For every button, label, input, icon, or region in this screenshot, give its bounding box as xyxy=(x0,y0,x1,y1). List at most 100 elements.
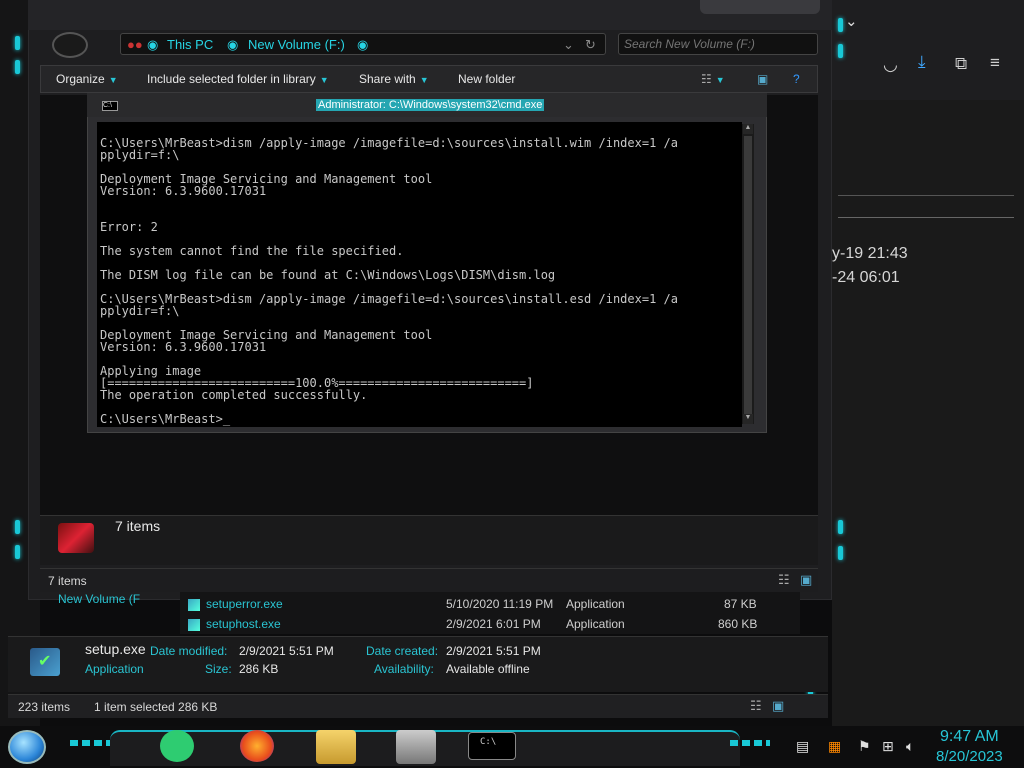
date-modified-value: 2/9/2021 5:51 PM xyxy=(239,644,334,658)
organize-label: Organize xyxy=(56,72,105,86)
cmd-scrollbar[interactable]: ▲ ▼ xyxy=(742,124,754,424)
start-button[interactable] xyxy=(8,730,46,764)
availability-value: Available offline xyxy=(446,662,530,676)
neon-accent xyxy=(15,520,20,534)
file-row[interactable]: setuphost.exe xyxy=(188,617,281,631)
neon-accent xyxy=(70,740,110,746)
menu-icon[interactable]: ≡ xyxy=(990,53,1000,73)
file-size: 87 KB xyxy=(724,597,757,611)
breadcrumb-new-volume[interactable]: New Volume (F:) xyxy=(248,37,345,52)
date-created-value: 2/9/2021 5:51 PM xyxy=(446,644,541,658)
view-options-icon[interactable]: ☷ ▼ xyxy=(701,72,725,86)
file-name: setuphost.exe xyxy=(206,617,281,631)
file-date: 2/9/2021 6:01 PM xyxy=(446,617,541,631)
exe-icon xyxy=(188,598,200,611)
chevron-down-icon: ▼ xyxy=(108,75,118,85)
details-view-icon[interactable]: ☷ xyxy=(750,698,762,714)
total-items: 223 items xyxy=(18,700,71,714)
file-size: 860 KB xyxy=(718,617,758,631)
history-dropdown-icon[interactable]: ⌄ xyxy=(563,37,574,53)
size-label: Size: xyxy=(205,662,232,676)
background-window-toolbar xyxy=(832,0,1024,100)
scrollbar-thumb[interactable] xyxy=(744,136,752,416)
download-icon[interactable]: ⤓ xyxy=(918,52,926,72)
selection-thumbnail xyxy=(58,523,94,553)
date-modified-label: Date modified: xyxy=(150,644,228,658)
selected-file-name: setup.exe xyxy=(85,641,146,657)
clock-date[interactable]: 8/20/2023 xyxy=(936,748,1003,765)
breadcrumb-separator-icon: ◉ xyxy=(147,37,159,52)
divider xyxy=(838,217,1014,218)
search-input[interactable] xyxy=(619,34,799,54)
chevron-down-icon: ▼ xyxy=(419,75,429,85)
tray-app-icon[interactable]: ▦ xyxy=(828,738,841,755)
app-installer-icon[interactable] xyxy=(396,730,436,764)
address-bar[interactable]: ●● ◉ This PC ◉ New Volume (F:) ◉ ⌄ ↻ xyxy=(120,33,606,55)
details-view-icon[interactable]: ☷ xyxy=(778,572,790,588)
status-item-count: 7 items xyxy=(48,574,87,588)
explorer-statusbar: 7 items ☷ ▣ xyxy=(40,568,818,592)
large-icons-view-icon[interactable]: ▣ xyxy=(800,572,812,588)
neon-accent xyxy=(15,36,20,50)
neon-accent xyxy=(15,545,20,559)
location-icon: ●● xyxy=(127,37,143,52)
cmd-title: Administrator: C:\Windows\system32\cmd.e… xyxy=(316,99,545,111)
right-date-2: -24 06:01 xyxy=(832,269,900,286)
background-window-panel xyxy=(832,100,1024,726)
chevron-down-icon[interactable]: ⌄ xyxy=(845,12,858,30)
cmd-icon: C:\ xyxy=(102,101,118,111)
details-item-count: 7 items xyxy=(115,518,161,534)
help-icon[interactable]: ? xyxy=(793,72,800,86)
search-box[interactable] xyxy=(618,33,818,55)
organize-menu[interactable]: Organize ▼ xyxy=(56,72,118,86)
breadcrumb-separator-icon: ◉ xyxy=(227,37,239,52)
neon-accent xyxy=(838,44,843,58)
scroll-up-icon[interactable]: ▲ xyxy=(743,124,753,134)
large-icons-view-icon[interactable]: ▣ xyxy=(772,698,784,714)
background-statusbar: 223 items 1 item selected 286 KB ☷ ▣ xyxy=(8,694,828,718)
file-date: 5/10/2020 11:19 PM xyxy=(446,597,554,611)
spotify-like-app-icon[interactable] xyxy=(160,730,194,762)
setup-file-icon xyxy=(30,648,60,676)
clock-time[interactable]: 9:47 AM xyxy=(940,728,999,746)
explorer-toolbar: Organize ▼ Include selected folder in lib… xyxy=(40,65,818,93)
window-controls[interactable] xyxy=(700,0,820,14)
breadcrumb-this-pc[interactable]: This PC xyxy=(167,37,213,52)
file-name: setuperror.exe xyxy=(206,597,283,611)
scroll-down-icon[interactable]: ▼ xyxy=(743,414,753,424)
chevron-down-icon: ▼ xyxy=(319,75,329,85)
divider xyxy=(838,195,1014,196)
selected-file-type: Application xyxy=(85,662,144,676)
preview-pane-icon[interactable]: ▣ xyxy=(757,72,768,86)
neon-accent xyxy=(838,18,843,32)
tray-overflow-icon[interactable]: ▤ xyxy=(796,738,809,755)
file-row[interactable]: setuperror.exe xyxy=(188,597,283,611)
pocket-icon[interactable]: ◡ xyxy=(883,55,898,75)
cmd-console[interactable]: C:\Users\MrBeast>dism /apply-image /imag… xyxy=(97,122,742,427)
neon-accent xyxy=(838,546,843,560)
refresh-icon[interactable]: ↻ xyxy=(585,37,596,53)
cmd-output: C:\Users\MrBeast>dism /apply-image /imag… xyxy=(100,136,678,426)
file-type: Application xyxy=(566,617,625,631)
extensions-icon[interactable]: ⧉ xyxy=(955,54,967,74)
include-library-menu[interactable]: Include selected folder in library ▼ xyxy=(147,72,329,86)
new-folder-button[interactable]: New folder xyxy=(458,72,515,86)
breadcrumb-separator-icon: ◉ xyxy=(357,37,369,52)
neon-accent xyxy=(838,520,843,534)
back-forward-orb[interactable] xyxy=(52,32,88,58)
volume-icon[interactable]: 🔈︎ xyxy=(906,738,914,755)
file-explorer-icon[interactable] xyxy=(316,730,356,764)
neon-accent xyxy=(15,60,20,74)
firefox-icon[interactable] xyxy=(240,730,274,762)
date-created-label: Date created: xyxy=(366,644,439,658)
exe-icon xyxy=(188,618,200,631)
availability-label: Availability: xyxy=(374,662,434,676)
network-icon[interactable]: ⊞ xyxy=(882,738,894,755)
share-with-menu[interactable]: Share with ▼ xyxy=(359,72,429,86)
background-nav-item[interactable]: New Volume (F xyxy=(58,592,140,606)
include-library-label: Include selected folder in library xyxy=(147,72,316,86)
selection-info: 1 item selected 286 KB xyxy=(94,700,218,714)
size-value: 286 KB xyxy=(239,662,279,676)
file-type: Application xyxy=(566,597,625,611)
action-center-flag-icon[interactable]: ⚑ xyxy=(858,738,871,755)
